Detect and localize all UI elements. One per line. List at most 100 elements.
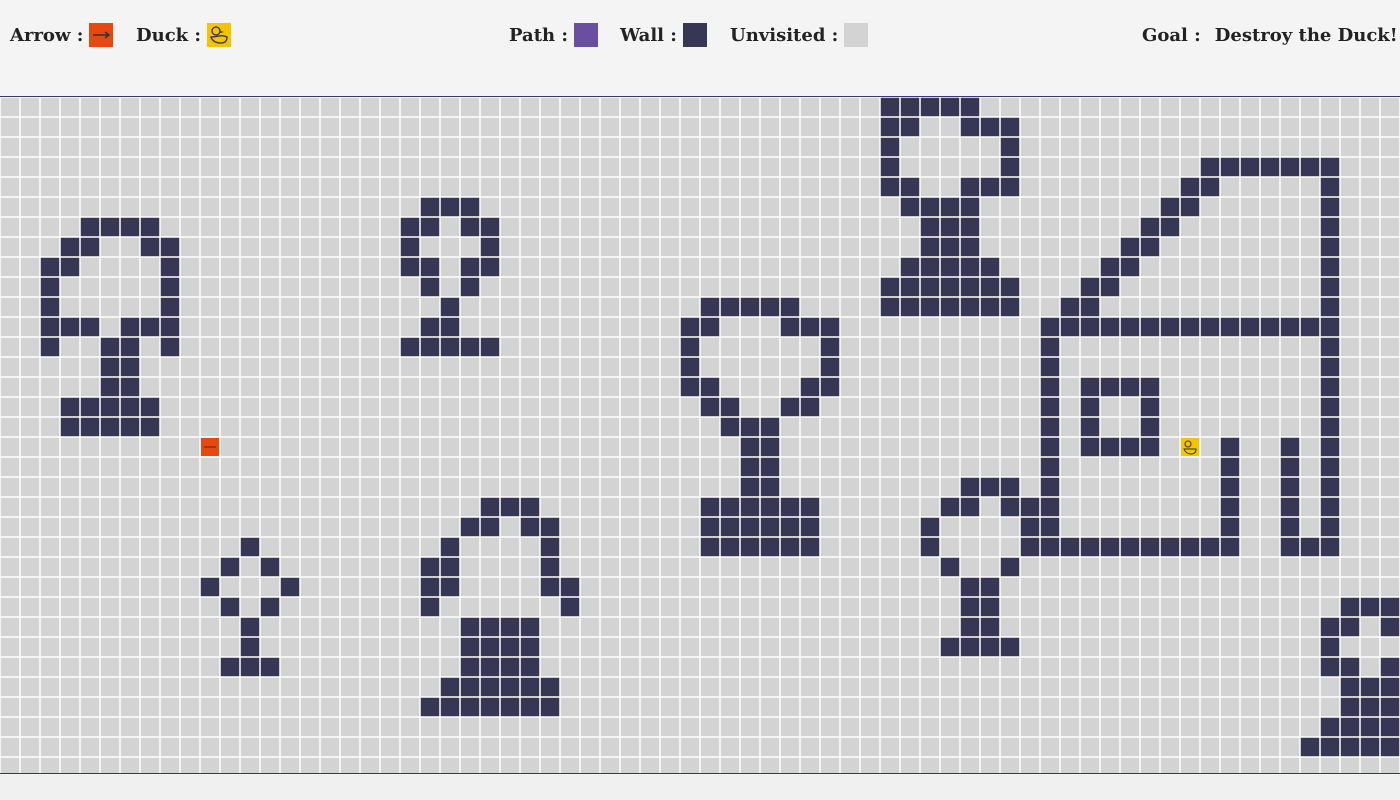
wall-cell[interactable] (720, 517, 740, 537)
wall-cell[interactable] (1380, 597, 1400, 617)
wall-cell[interactable] (960, 617, 980, 637)
wall-cell[interactable] (1040, 417, 1060, 437)
wall-cell[interactable] (1220, 537, 1240, 557)
wall-cell[interactable] (740, 417, 760, 437)
wall-cell[interactable] (1160, 197, 1180, 217)
wall-cell[interactable] (960, 577, 980, 597)
wall-cell[interactable] (1140, 537, 1160, 557)
wall-cell[interactable] (60, 417, 80, 437)
wall-cell[interactable] (500, 677, 520, 697)
wall-cell[interactable] (1220, 157, 1240, 177)
wall-cell[interactable] (480, 237, 500, 257)
wall-cell[interactable] (1140, 237, 1160, 257)
wall-cell[interactable] (460, 257, 480, 277)
wall-cell[interactable] (460, 677, 480, 697)
wall-cell[interactable] (1380, 717, 1400, 737)
wall-cell[interactable] (40, 317, 60, 337)
wall-cell[interactable] (480, 497, 500, 517)
wall-cell[interactable] (520, 617, 540, 637)
wall-cell[interactable] (1300, 317, 1320, 337)
wall-cell[interactable] (1280, 537, 1300, 557)
wall-cell[interactable] (540, 577, 560, 597)
wall-cell[interactable] (1000, 117, 1020, 137)
wall-cell[interactable] (1000, 497, 1020, 517)
wall-cell[interactable] (980, 297, 1000, 317)
wall-cell[interactable] (400, 217, 420, 237)
wall-cell[interactable] (820, 337, 840, 357)
wall-cell[interactable] (680, 337, 700, 357)
wall-cell[interactable] (760, 497, 780, 517)
wall-cell[interactable] (1000, 637, 1020, 657)
wall-cell[interactable] (460, 617, 480, 637)
wall-cell[interactable] (740, 437, 760, 457)
wall-cell[interactable] (420, 597, 440, 617)
wall-cell[interactable] (1320, 217, 1340, 237)
wall-cell[interactable] (980, 177, 1000, 197)
wall-cell[interactable] (460, 277, 480, 297)
wall-cell[interactable] (1100, 277, 1120, 297)
wall-cell[interactable] (1100, 257, 1120, 277)
wall-cell[interactable] (100, 397, 120, 417)
wall-cell[interactable] (120, 357, 140, 377)
wall-cell[interactable] (520, 637, 540, 657)
wall-cell[interactable] (760, 417, 780, 437)
wall-cell[interactable] (540, 517, 560, 537)
wall-cell[interactable] (1340, 717, 1360, 737)
wall-cell[interactable] (80, 317, 100, 337)
wall-cell[interactable] (1320, 257, 1340, 277)
wall-cell[interactable] (440, 697, 460, 717)
wall-cell[interactable] (1320, 717, 1340, 737)
wall-cell[interactable] (1320, 457, 1340, 477)
wall-cell[interactable] (1320, 337, 1340, 357)
wall-cell[interactable] (160, 257, 180, 277)
wall-cell[interactable] (460, 697, 480, 717)
wall-cell[interactable] (260, 557, 280, 577)
wall-cell[interactable] (100, 337, 120, 357)
wall-cell[interactable] (800, 497, 820, 517)
wall-cell[interactable] (1320, 477, 1340, 497)
wall-cell[interactable] (140, 217, 160, 237)
wall-cell[interactable] (1160, 537, 1180, 557)
wall-cell[interactable] (260, 597, 280, 617)
wall-cell[interactable] (900, 197, 920, 217)
wall-cell[interactable] (1080, 537, 1100, 557)
wall-cell[interactable] (1000, 177, 1020, 197)
wall-cell[interactable] (60, 257, 80, 277)
wall-cell[interactable] (1200, 317, 1220, 337)
wall-cell[interactable] (1220, 457, 1240, 477)
wall-cell[interactable] (520, 677, 540, 697)
wall-cell[interactable] (780, 317, 800, 337)
wall-cell[interactable] (1080, 437, 1100, 457)
wall-cell[interactable] (80, 397, 100, 417)
wall-cell[interactable] (80, 217, 100, 237)
wall-cell[interactable] (900, 117, 920, 137)
wall-cell[interactable] (160, 277, 180, 297)
wall-cell[interactable] (980, 257, 1000, 277)
wall-cell[interactable] (480, 617, 500, 637)
wall-cell[interactable] (1340, 677, 1360, 697)
wall-cell[interactable] (1000, 137, 1020, 157)
wall-cell[interactable] (560, 577, 580, 597)
wall-cell[interactable] (400, 237, 420, 257)
wall-cell[interactable] (1140, 437, 1160, 457)
wall-cell[interactable] (700, 297, 720, 317)
wall-cell[interactable] (420, 557, 440, 577)
wall-cell[interactable] (40, 277, 60, 297)
wall-cell[interactable] (420, 317, 440, 337)
wall-cell[interactable] (240, 537, 260, 557)
wall-cell[interactable] (820, 317, 840, 337)
wall-cell[interactable] (1380, 657, 1400, 677)
wall-cell[interactable] (1260, 157, 1280, 177)
wall-cell[interactable] (1100, 537, 1120, 557)
wall-cell[interactable] (980, 277, 1000, 297)
wall-cell[interactable] (700, 397, 720, 417)
wall-cell[interactable] (160, 237, 180, 257)
wall-cell[interactable] (960, 197, 980, 217)
wall-cell[interactable] (960, 97, 980, 117)
wall-cell[interactable] (140, 237, 160, 257)
wall-cell[interactable] (100, 357, 120, 377)
wall-cell[interactable] (1080, 317, 1100, 337)
wall-cell[interactable] (1320, 177, 1340, 197)
wall-cell[interactable] (1280, 157, 1300, 177)
wall-cell[interactable] (1320, 437, 1340, 457)
